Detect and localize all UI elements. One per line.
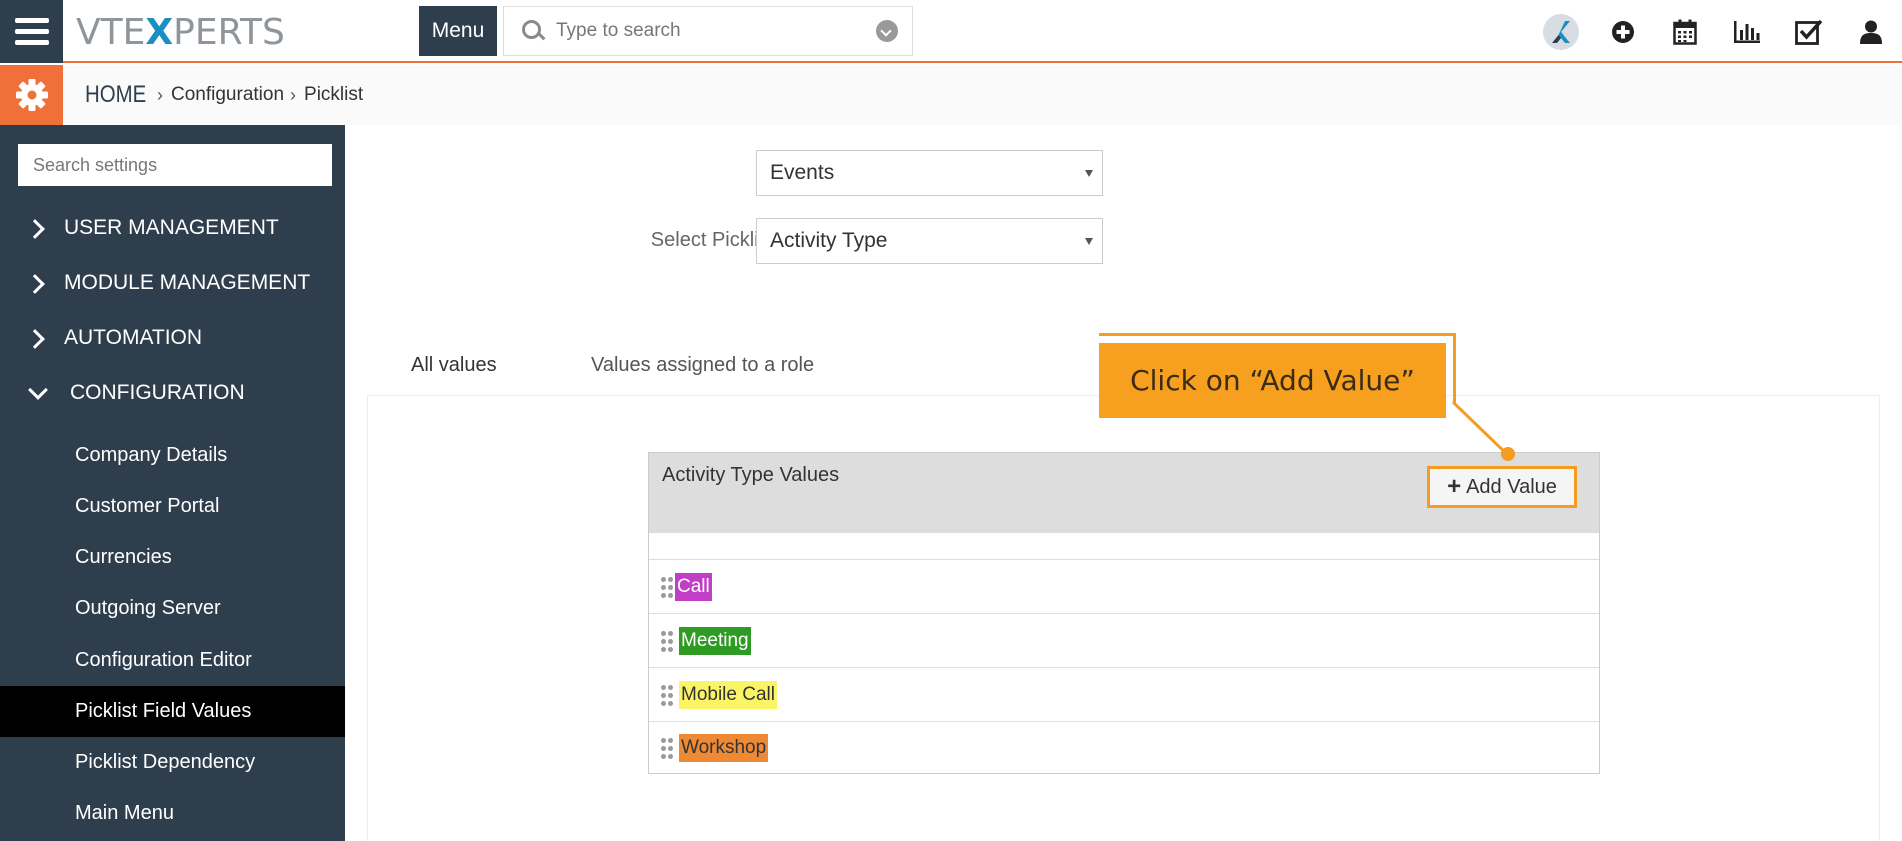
breadcrumb-picklist[interactable]: Picklist (304, 84, 363, 106)
sidebar-item-customer-portal[interactable]: Customer Portal (0, 481, 345, 532)
picklist-value-tag: Workshop (679, 734, 769, 762)
drag-handle-icon[interactable] (661, 630, 673, 652)
global-search (503, 6, 913, 56)
callout-connector (1453, 333, 1456, 403)
picklist-value-row[interactable]: Meeting (649, 613, 1599, 667)
select-picklist-value: Activity Type (770, 229, 888, 252)
breadcrumb-bar: HOME › Configuration › Picklist (0, 65, 1902, 125)
plus-icon: + (1447, 473, 1462, 500)
sidebar-item-main-menu[interactable]: Main Menu (0, 788, 345, 839)
chevron-down-icon (28, 385, 44, 401)
global-search-input[interactable] (556, 20, 866, 42)
sidebar-section-automation[interactable]: AUTOMATION (0, 313, 345, 363)
values-table-title: Activity Type Values (662, 464, 840, 486)
values-table-header: Activity Type Values + Add Value (649, 453, 1599, 533)
add-value-label: Add Value (1466, 475, 1557, 498)
main-content: Select Module Events Select Picklist in … (345, 125, 1902, 841)
sidebar-section-label: AUTOMATION (64, 326, 203, 349)
picklist-value-row[interactable]: Workshop (649, 721, 1599, 774)
caret-down-icon (1085, 170, 1093, 177)
logo-text-right: PERTS (173, 11, 285, 53)
chevron-right-icon: › (157, 84, 163, 105)
chevron-right-icon: › (290, 84, 297, 105)
drag-handle-icon[interactable] (661, 738, 673, 759)
sidebar-section-user-management[interactable]: USER MANAGEMENT (0, 203, 345, 253)
callout-dot (1501, 447, 1515, 461)
calendar-icon[interactable] (1654, 0, 1716, 63)
picklist-value-row[interactable]: Call (649, 559, 1599, 613)
picklist-value-row[interactable]: Mobile Call (649, 667, 1599, 721)
chevron-down-circle-icon[interactable] (876, 20, 898, 42)
tab-values-assigned-to-role[interactable]: Values assigned to a role (591, 354, 814, 377)
picklist-value-tag: Call (675, 572, 712, 601)
select-module-dropdown[interactable]: Events (756, 150, 1103, 196)
user-icon[interactable] (1840, 0, 1902, 63)
select-picklist-dropdown[interactable]: Activity Type (756, 218, 1103, 264)
picklist-values-table: Activity Type Values + Add Value Call Me… (648, 452, 1600, 774)
select-module-value: Events (770, 161, 835, 184)
vtexperts-x-icon[interactable] (1530, 0, 1592, 63)
top-icon-bar (1530, 0, 1902, 63)
drag-handle-icon[interactable] (661, 576, 673, 598)
callout-box: Click on “Add Value” (1099, 343, 1446, 418)
breadcrumb-configuration[interactable]: Configuration (171, 84, 284, 106)
sidebar-item-company-details[interactable]: Company Details (0, 430, 345, 481)
settings-search-input[interactable] (18, 144, 332, 186)
tab-all-values[interactable]: All values (411, 354, 497, 377)
sidebar-section-label: CONFIGURATION (70, 381, 245, 404)
callout-connector (1099, 333, 1456, 336)
caret-down-icon (1085, 238, 1093, 245)
breadcrumb: HOME › Configuration › Picklist (85, 65, 363, 125)
breadcrumb-home[interactable]: HOME (85, 81, 146, 109)
chevron-right-icon (28, 330, 44, 346)
sidebar-section-label: USER MANAGEMENT (64, 216, 279, 239)
sidebar-section-module-management[interactable]: MODULE MANAGEMENT (0, 258, 345, 308)
sidebar-item-picklist-dependency[interactable]: Picklist Dependency (0, 737, 345, 788)
logo-text-x: X (145, 11, 174, 53)
chevron-right-icon (28, 220, 44, 236)
settings-gear-icon[interactable] (0, 65, 63, 125)
picklist-value-tag: Mobile Call (679, 680, 777, 709)
menu-button[interactable]: Menu (419, 6, 497, 56)
search-icon (520, 18, 546, 44)
checkbox-icon[interactable] (1778, 0, 1840, 63)
sidebar-section-configuration[interactable]: CONFIGURATION (0, 368, 345, 418)
picklist-value-tag: Meeting (679, 626, 751, 655)
sidebar-item-currencies[interactable]: Currencies (0, 532, 345, 583)
chevron-right-icon (28, 275, 44, 291)
plus-circle-icon[interactable] (1592, 0, 1654, 63)
drag-handle-icon[interactable] (661, 684, 673, 706)
hamburger-menu-icon[interactable] (0, 0, 63, 63)
bar-chart-icon[interactable] (1716, 0, 1778, 63)
add-value-button[interactable]: + Add Value (1427, 466, 1577, 508)
logo-text-left: VTE (76, 11, 146, 53)
sidebar-item-configuration-editor[interactable]: Configuration Editor (0, 635, 345, 686)
sidebar-item-picklist-field-values[interactable]: Picklist Field Values (0, 686, 345, 737)
vtexperts-logo[interactable]: VTE X PERTS (76, 11, 285, 53)
sidebar-item-outgoing-server[interactable]: Outgoing Server (0, 583, 345, 634)
top-bar: VTE X PERTS Menu (0, 0, 1902, 63)
settings-sidebar: USER MANAGEMENT MODULE MANAGEMENT AUTOMA… (0, 125, 345, 841)
sidebar-section-label: MODULE MANAGEMENT (64, 271, 311, 294)
